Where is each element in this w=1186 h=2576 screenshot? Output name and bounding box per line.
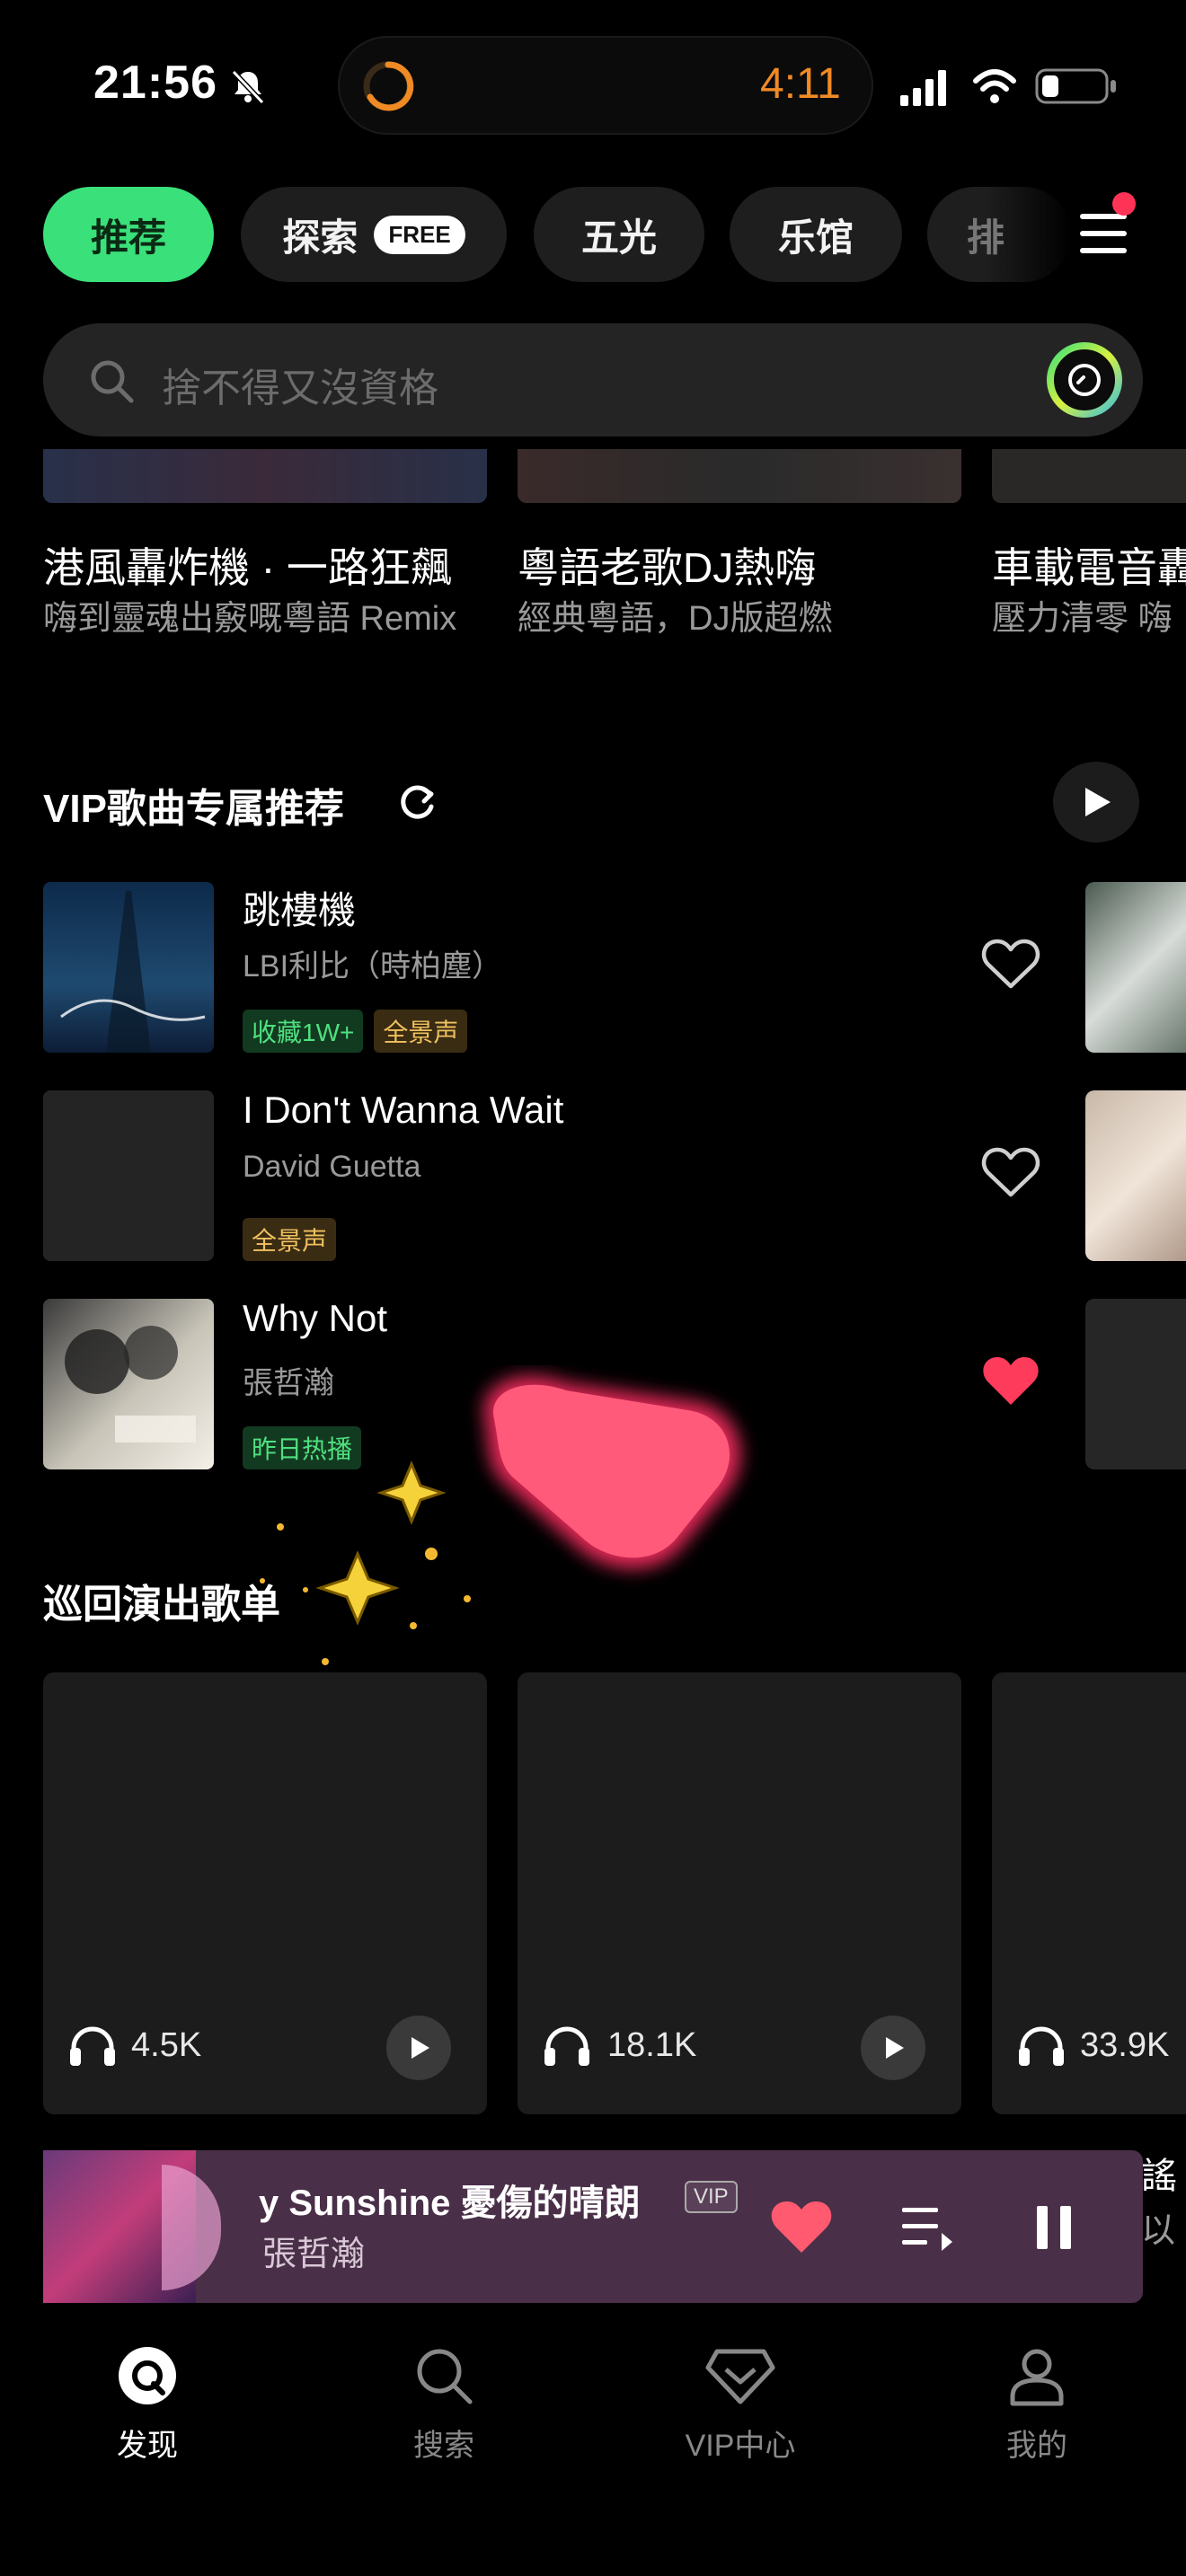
song-title[interactable]: 跳樓機 [243,880,356,935]
now-playing-title[interactable]: y Sunshine 憂傷的晴朗 [259,2174,737,2226]
nav-mine[interactable]: 我的 [947,2344,1127,2465]
user-icon [1010,2349,1064,2406]
tab-label: 五光 [580,216,657,259]
heart-outline-icon[interactable] [981,1146,1040,1200]
music-recognition-icon[interactable] [1046,341,1123,419]
sparkle-icon [260,1460,471,1665]
song-cover[interactable] [43,882,214,1053]
tab-label: 排 [967,216,1005,259]
playlist-cover[interactable] [992,449,1186,503]
battery-icon [1035,68,1116,104]
playlist-cover[interactable] [43,449,487,503]
tag-spatial-audio: 全景声 [243,1218,337,1261]
song-title[interactable]: I Don't Wanna Wait [243,1089,563,1132]
headphones-icon [544,2026,589,2066]
section-title-vip: VIP歌曲专属推荐 [43,787,344,831]
song-cover[interactable] [43,1090,214,1261]
song-cover-next-column[interactable] [1085,1299,1186,1469]
play-icon [886,2037,904,2059]
tab-label: 推荐 [90,216,166,259]
play-all-button[interactable] [1053,762,1139,842]
tower-artwork [60,891,206,1053]
playlist-title[interactable]: 粵語老歌DJ熱嗨 [518,535,816,595]
tab-label: 探索 [282,216,358,259]
tag-favorites: 收藏1W+ [243,1010,364,1053]
next-card-subtitle: 以 [1141,2212,1176,2250]
wifi-icon [973,69,1016,103]
discover-icon [119,2347,176,2404]
status-time: 21:56 [93,57,217,109]
free-badge: FREE [374,215,465,254]
section-title-tour: 巡回演出歌单 [43,1583,280,1627]
next-card-title: 謠 [1141,2157,1177,2196]
nav-label: 搜索 [413,2429,474,2463]
tab-label: 乐馆 [777,216,854,259]
signal-icon [900,70,946,106]
card-play-button[interactable] [861,2016,925,2080]
nav-search[interactable]: 搜索 [354,2344,534,2465]
playlist-subtitle: 經典粵語，DJ版超燃 [518,600,833,638]
search-placeholder[interactable]: 捨不得又沒資格 [162,356,438,413]
play-count: 33.9K [1080,2026,1170,2064]
tab-music-hall[interactable]: 乐馆 [730,187,902,282]
nav-vip-center[interactable]: VIP中心 [651,2344,830,2465]
album-artwork [65,1326,196,1442]
song-artist[interactable]: LBI利比（時柏塵） [243,941,502,985]
refresh-icon[interactable] [395,780,440,825]
play-count: 18.1K [607,2026,697,2064]
card-play-button[interactable] [386,2016,451,2080]
playlist-subtitle: 嗨到靈魂出竅嘅粵語 Remix [43,600,457,638]
tab-explore[interactable]: 探索 FREE [241,187,507,282]
headphones-icon [70,2026,115,2066]
bell-muted-icon [231,69,265,105]
song-cover-next-column[interactable] [1085,882,1186,1053]
playlist-title[interactable]: 港風轟炸機 · 一路狂飆 [43,535,452,595]
nav-label: VIP中心 [685,2429,796,2463]
song-tags: 收藏1W+ 全景声 [243,1010,468,1053]
tab-rank[interactable]: 排 [927,187,1071,282]
song-tags: 全景声 [243,1218,337,1261]
headphones-icon [1019,2026,1064,2066]
timer-ring-icon [363,61,414,111]
song-artist[interactable]: David Guetta [243,1150,420,1185]
nav-label: 我的 [1006,2429,1067,2463]
nav-label: 发现 [117,2429,178,2463]
playlist-subtitle: 壓力清零 嗨 [992,600,1173,638]
search-icon [91,360,134,403]
nav-discover[interactable]: 发现 [58,2344,237,2465]
tab-wuguang[interactable]: 五光 [534,187,704,282]
now-playing-artist[interactable]: 張哲瀚 [262,2226,365,2275]
song-title[interactable]: Why Not [243,1297,387,1340]
notification-dot [1112,192,1136,216]
tag-spatial-audio: 全景声 [374,1010,468,1053]
vip-badge: VIP [685,2181,738,2213]
island-timer: 4:11 [760,60,841,108]
playlist-icon[interactable] [900,2202,954,2253]
heart-outline-icon[interactable] [981,938,1040,992]
tab-recommend[interactable]: 推荐 [43,187,214,282]
playlist-title[interactable]: 車載電音轟 [992,535,1186,595]
playlist-cover[interactable] [518,449,961,503]
diamond-icon [705,2349,775,2404]
play-icon [412,2037,429,2059]
search-icon [417,2349,473,2404]
heart-filled-icon[interactable] [769,2199,834,2256]
like-burst-icon [483,1376,741,1569]
song-artist[interactable]: 張哲瀚 [243,1358,334,1402]
song-cover[interactable] [43,1299,214,1469]
play-icon [1085,788,1111,816]
play-count: 4.5K [131,2026,202,2064]
heart-filled-icon[interactable] [981,1354,1040,1408]
song-cover-next-column[interactable] [1085,1090,1186,1261]
pause-icon[interactable] [1033,2202,1075,2253]
